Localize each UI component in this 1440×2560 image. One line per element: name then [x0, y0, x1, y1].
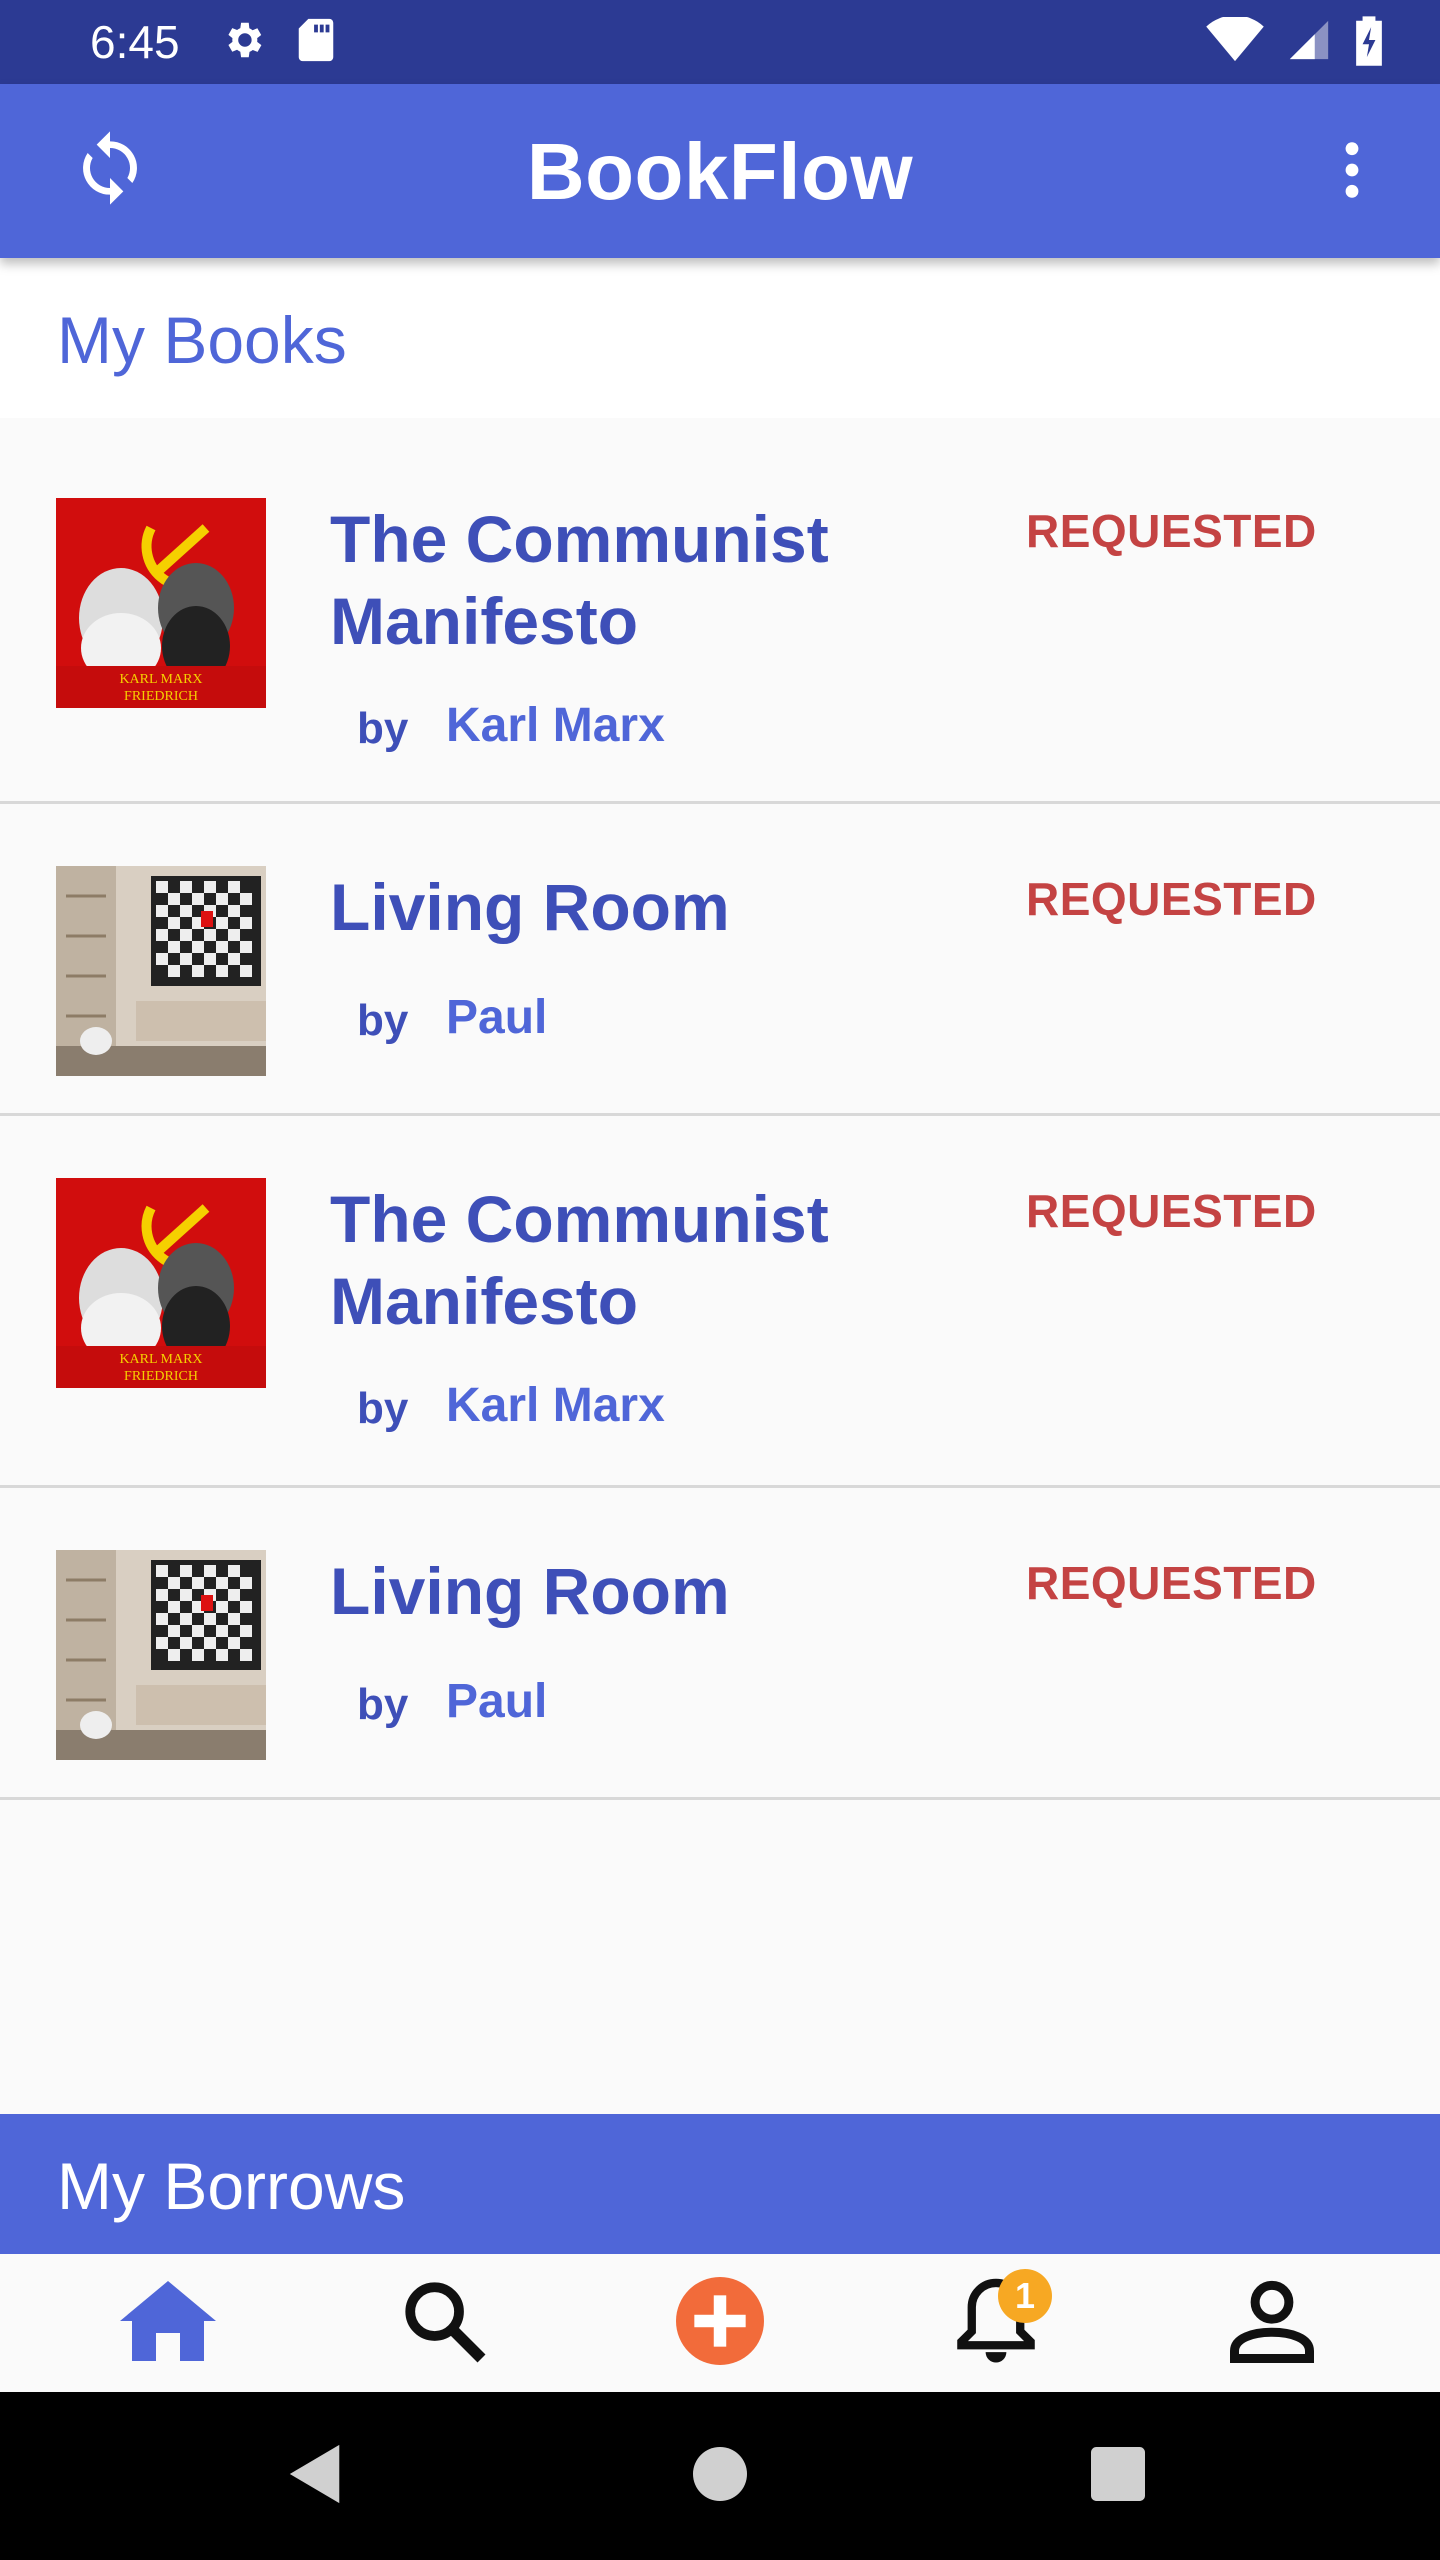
book-title: The Communist Manifesto — [330, 1182, 829, 1338]
app-bar: BookFlow — [0, 84, 1440, 258]
notification-badge: 1 — [998, 2269, 1052, 2323]
back-icon — [286, 2442, 346, 2511]
sd-card-icon — [296, 17, 336, 68]
svg-text:KARL MARX: KARL MARX — [119, 1352, 202, 1367]
nav-add-button[interactable] — [660, 2263, 780, 2383]
my-books-header: My Books — [0, 258, 1440, 418]
cell-signal-icon — [1286, 17, 1332, 68]
nav-home-button[interactable] — [108, 2263, 228, 2383]
nav-search-button[interactable] — [384, 2263, 504, 2383]
wifi-icon — [1206, 14, 1264, 68]
book-author: Karl Marx — [446, 1379, 665, 1432]
book-list-item[interactable]: KARL MARX FRIEDRICH The Communist Manife… — [0, 1116, 1440, 1488]
book-title: Living Room — [330, 1554, 730, 1628]
by-label: by — [357, 996, 409, 1045]
bottom-navigation: 1 — [0, 2254, 1440, 2392]
home-system-button[interactable] — [678, 2434, 762, 2518]
communist-manifesto-cover: KARL MARX FRIEDRICH — [56, 1178, 266, 1388]
more-vert-icon — [1342, 138, 1362, 207]
settings-icon — [220, 17, 266, 68]
status-badge: REQUESTED — [1026, 1185, 1317, 1237]
by-label: by — [357, 1384, 409, 1433]
profile-icon — [1227, 2276, 1317, 2371]
nav-notifications-button[interactable]: 1 — [936, 2263, 1056, 2383]
nav-profile-button[interactable] — [1212, 2263, 1332, 2383]
svg-text:KARL MARX: KARL MARX — [119, 672, 202, 687]
communist-manifesto-cover: KARL MARX FRIEDRICH — [56, 498, 266, 708]
circle-home-icon — [693, 2446, 747, 2506]
book-title: Living Room — [330, 870, 730, 944]
more-options-button[interactable] — [1302, 122, 1402, 222]
book-list-item[interactable]: KARL MARX FRIEDRICH The Communist Manife… — [0, 418, 1440, 804]
book-list-item[interactable]: Living Room by Paul REQUESTED — [0, 1488, 1440, 1800]
living-room-cover — [56, 866, 266, 1076]
by-label: by — [357, 1680, 409, 1729]
svg-text:FRIEDRICH: FRIEDRICH — [124, 689, 198, 704]
add-icon — [676, 2276, 764, 2370]
book-title: The Communist Manifesto — [330, 502, 829, 658]
status-bar: 6:45 — [0, 0, 1440, 84]
battery-charging-icon — [1354, 14, 1384, 71]
book-author: Paul — [446, 1675, 548, 1728]
status-badge: REQUESTED — [1026, 1557, 1317, 1609]
search-icon — [399, 2276, 489, 2371]
my-borrows-header[interactable]: My Borrows — [0, 2114, 1440, 2254]
book-author: Paul — [446, 991, 548, 1044]
book-list-item[interactable]: Living Room by Paul REQUESTED — [0, 804, 1440, 1116]
by-label: by — [357, 704, 409, 753]
status-badge: REQUESTED — [1026, 873, 1317, 925]
status-time: 6:45 — [90, 16, 180, 68]
home-icon — [120, 2276, 216, 2371]
my-books-title: My Books — [57, 303, 347, 377]
living-room-cover — [56, 1550, 266, 1760]
book-list: KARL MARX FRIEDRICH The Communist Manife… — [0, 418, 1440, 1800]
svg-text:FRIEDRICH: FRIEDRICH — [124, 1369, 198, 1384]
book-author: Karl Marx — [446, 699, 665, 752]
recents-button[interactable] — [1076, 2434, 1160, 2518]
recents-icon — [1091, 2446, 1145, 2506]
my-borrows-title: My Borrows — [57, 2149, 406, 2223]
back-button[interactable] — [274, 2434, 358, 2518]
app-title: BookFlow — [526, 127, 914, 216]
status-badge: REQUESTED — [1026, 505, 1317, 557]
system-navigation-bar — [0, 2392, 1440, 2560]
